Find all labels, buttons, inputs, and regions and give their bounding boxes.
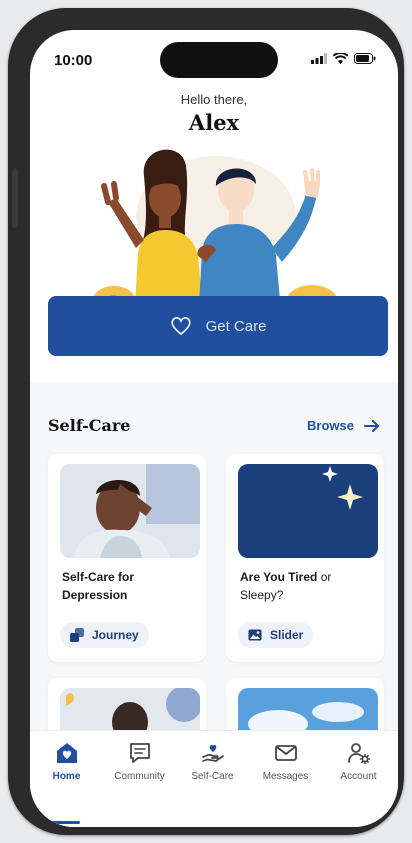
greeting-text: Hello there,: [180, 92, 248, 107]
card-tag: Journey: [60, 622, 149, 648]
tab-label: Self-Care: [191, 771, 234, 782]
status-bar: 10:00: [30, 30, 398, 84]
tab-label: Home: [52, 771, 81, 782]
phone-frame: 10:00 Hello there, Alex Get Care Self-Ca…: [8, 8, 404, 835]
tab-label: Messages: [262, 771, 309, 782]
signal-icon: [311, 53, 327, 64]
battery-icon: [354, 53, 376, 64]
browse-label: Browse: [307, 418, 354, 433]
image-icon: [248, 629, 262, 641]
card-image: [60, 464, 200, 558]
active-tab-indicator: [36, 821, 80, 824]
self-care-card[interactable]: Are You Tired or Sleepy? Slider: [226, 454, 384, 662]
hero-illustration: [92, 149, 338, 322]
heart-icon: [170, 316, 191, 336]
card-image: [238, 464, 378, 558]
tab-messages[interactable]: Messages: [249, 741, 322, 782]
phone-side-button: [12, 168, 18, 228]
card-title: Self-Care for Depression: [62, 570, 135, 602]
card-title-main: Are You Tired: [240, 570, 318, 584]
app-screen: 10:00 Hello there, Alex Get Care Self-Ca…: [30, 30, 398, 827]
tab-label: Community: [114, 771, 165, 782]
dynamic-island: [160, 42, 278, 78]
home-icon: [56, 743, 77, 763]
envelope-icon: [274, 745, 297, 761]
card-tag: Slider: [238, 622, 314, 648]
hand-heart-icon: [201, 744, 224, 762]
wifi-icon: [333, 53, 348, 64]
arrow-right-icon: [364, 419, 379, 432]
tab-home[interactable]: Home: [30, 741, 103, 782]
user-name: Alex: [188, 110, 240, 135]
get-care-button[interactable]: Get Care: [48, 296, 388, 356]
tab-account[interactable]: Account: [322, 741, 395, 782]
card-tag-label: Slider: [270, 628, 304, 642]
tab-community[interactable]: Community: [103, 741, 176, 782]
browse-link[interactable]: Browse: [307, 418, 380, 433]
tab-label: Account: [340, 771, 377, 782]
card-tag-label: Journey: [92, 628, 139, 642]
status-icons: [311, 53, 376, 64]
chat-icon: [129, 743, 150, 763]
user-gear-icon: [347, 743, 370, 765]
status-time: 10:00: [54, 52, 93, 69]
tab-bar: Home Community Self-Care Messages Accoun…: [30, 730, 398, 827]
tab-self-care[interactable]: Self-Care: [176, 741, 249, 782]
self-care-card[interactable]: Self-Care for Depression Journey: [48, 454, 206, 662]
get-care-label: Get Care: [205, 317, 267, 335]
card-title: Are You Tired or Sleepy?: [240, 568, 376, 604]
section-title: Self-Care: [48, 416, 131, 435]
journey-icon: [70, 628, 84, 642]
